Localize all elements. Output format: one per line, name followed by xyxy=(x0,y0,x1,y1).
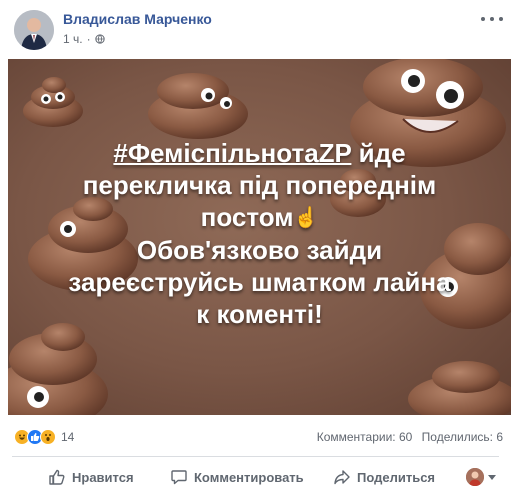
post-time[interactable]: 1 ч. xyxy=(63,32,83,46)
thumbs-up-icon xyxy=(49,469,65,485)
post-image[interactable]: #ФеміспільнотаZP йде перекличка під попе… xyxy=(8,59,511,415)
comment-button-label: Комментировать xyxy=(194,469,304,485)
dot-icon xyxy=(490,17,494,21)
caption-line-4: Обов'язково зайди xyxy=(136,235,383,265)
avatar-photo xyxy=(14,10,54,50)
chevron-down-icon xyxy=(488,474,496,480)
like-button[interactable]: Нравится xyxy=(48,462,134,492)
like-button-label: Нравится xyxy=(72,469,134,485)
poop-emoji-icon xyxy=(148,73,248,139)
caption-line-2: перекличка під попереднім xyxy=(82,170,437,200)
share-button[interactable]: Поделиться xyxy=(333,462,435,492)
poop-emoji-icon xyxy=(408,361,511,415)
reaction-count: 14 xyxy=(61,430,75,444)
wow-icon xyxy=(40,429,56,445)
post-stats: Комментарии: 60 Поделились: 6 xyxy=(317,430,503,444)
share-button-label: Поделиться xyxy=(357,469,436,485)
divider xyxy=(12,456,499,457)
caption-line-5: зареєструйсь шматком лайна xyxy=(68,267,451,297)
caption-line-3-text: постом xyxy=(200,202,294,232)
more-options-icon[interactable] xyxy=(481,12,503,26)
author-avatar[interactable] xyxy=(14,10,54,50)
comments-count-link[interactable]: Комментарии: 60 xyxy=(317,430,413,444)
globe-icon[interactable] xyxy=(94,34,105,44)
author-name[interactable]: Владислав Марченко xyxy=(63,11,212,27)
post-as-selector[interactable] xyxy=(466,462,496,492)
reaction-summary[interactable]: 14 xyxy=(14,428,74,446)
pointing-finger-icon: ☝ xyxy=(293,207,319,229)
share-arrow-icon xyxy=(334,470,350,485)
caption-line-6: к коменті! xyxy=(196,299,323,329)
caption-line-1: #ФеміспільнотаZP йде xyxy=(8,137,511,169)
comment-button[interactable]: Комментировать xyxy=(170,462,304,492)
image-caption: #ФеміспільнотаZP йде перекличка під попе… xyxy=(8,137,511,330)
caption-line-3: постом☝ xyxy=(8,201,511,234)
facebook-post: Владислав Марченко 1 ч. · #Феміспільнота… xyxy=(0,0,511,498)
caption-line-1-rest: йде xyxy=(351,138,406,168)
dot-icon xyxy=(499,17,503,21)
poop-emoji-icon xyxy=(8,323,108,415)
dot-icon xyxy=(481,17,485,21)
post-meta: 1 ч. · xyxy=(63,32,105,46)
viewer-avatar xyxy=(466,468,484,486)
hashtag-link: #ФеміспільнотаZP xyxy=(113,138,352,168)
comment-bubble-icon xyxy=(171,470,187,485)
meta-separator: · xyxy=(86,32,91,46)
shares-count-link[interactable]: Поделились: 6 xyxy=(422,430,503,444)
poop-emoji-icon xyxy=(23,77,83,127)
